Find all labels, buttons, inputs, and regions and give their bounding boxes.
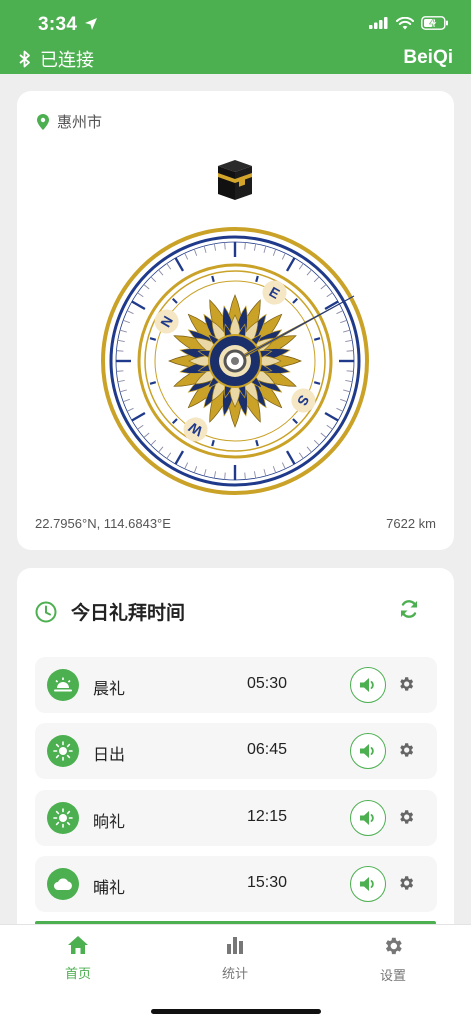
location-pin-icon [37,113,49,130]
prayer-row: 晡礼 15:30 [35,856,437,912]
brand-label[interactable]: BeiQi [403,47,453,69]
wifi-icon [396,16,414,29]
prayer-time: 12:15 [247,808,288,825]
cloud-icon [47,868,79,900]
battery-charging-icon [421,16,448,30]
tab-settings[interactable]: 设置 [353,935,433,984]
coordinates-label: 22.7956°N, 114.6843°E [35,516,171,531]
compass-dial[interactable]: N E S W [100,226,370,496]
prayer-times-card: 今日礼拜时间 晨礼 05:30 日出 06:45 晌礼 12:15 晡礼 15:… [17,568,454,948]
app-header: 3:34 已连接 BeiQi [0,0,471,74]
prayer-row: 晨礼 05:30 [35,657,437,713]
tab-stats[interactable]: 统计 [195,935,275,982]
bluetooth-status[interactable]: 已连接 [18,46,94,72]
prayer-row: 晌礼 12:15 [35,790,437,846]
status-icons [369,16,449,30]
tab-home[interactable]: 首页 [38,935,118,982]
clock-icon [35,601,57,622]
home-icon [68,936,88,954]
gear-icon[interactable] [397,874,415,892]
bluetooth-icon [19,50,30,68]
sun-icon [47,735,79,767]
prayer-row: 日出 06:45 [35,723,437,779]
speaker-icon [360,877,374,891]
prayer-name: 晌礼 [93,812,126,831]
prayer-time: 15:30 [247,874,288,891]
status-time: 3:34 [38,14,78,35]
qibla-compass-card: 惠州市 N E S W 22.7956°N, 114.6843°E 7622 k… [17,91,454,550]
gear-icon[interactable] [397,675,415,693]
gear-icon[interactable] [397,808,415,826]
sound-toggle-button[interactable] [350,800,386,836]
tab-settings-label: 设置 [379,969,406,984]
signal-icon [369,17,388,29]
prayer-time: 06:45 [247,741,288,758]
sunrise-icon [47,669,79,701]
bluetooth-status-label: 已连接 [40,50,94,71]
speaker-icon [360,678,374,692]
prayer-name: 日出 [93,745,126,764]
gear-icon [385,937,402,955]
sound-toggle-button[interactable] [350,733,386,769]
distance-label: 7622 km [386,516,436,531]
prayer-name: 晡礼 [93,878,126,897]
refresh-icon[interactable] [398,598,420,620]
prayer-name: 晨礼 [93,679,126,698]
bar-chart-icon [227,937,243,954]
speaker-icon [360,744,374,758]
sound-toggle-button[interactable] [350,667,386,703]
prayer-title: 今日礼拜时间 [71,602,186,624]
tab-home-label: 首页 [64,967,91,982]
tab-stats-label: 统计 [221,967,248,982]
location-row[interactable]: 惠州市 [37,111,102,132]
location-arrow-icon [85,18,97,30]
prayer-time: 05:30 [247,675,288,692]
speaker-icon [360,811,374,825]
sound-toggle-button[interactable] [350,866,386,902]
kaaba-icon [218,160,252,200]
sun-icon [47,802,79,834]
prayer-header: 今日礼拜时间 [35,598,185,625]
city-label: 惠州市 [57,113,103,131]
gear-icon[interactable] [397,741,415,759]
home-indicator [151,1009,321,1014]
